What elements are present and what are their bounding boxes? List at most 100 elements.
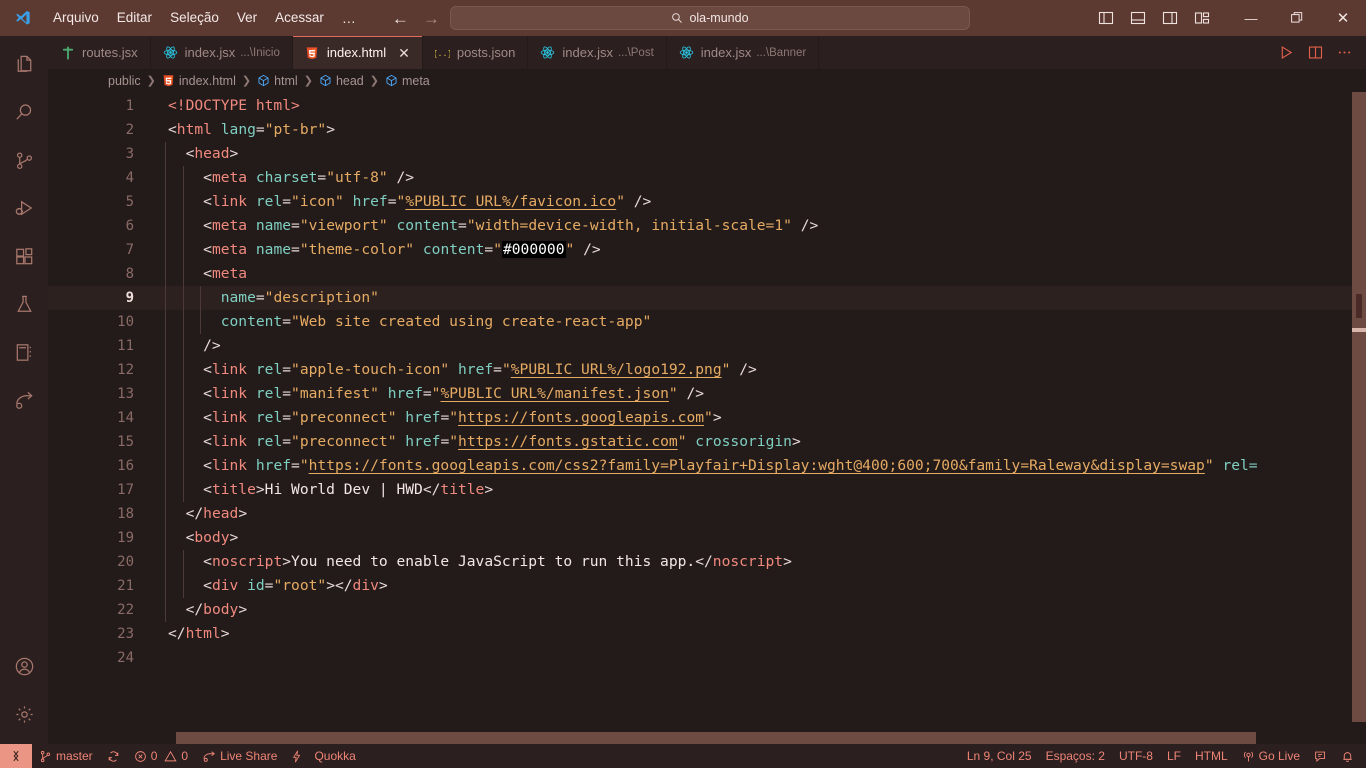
code-line[interactable]: 2 <html lang="pt-br"> (48, 118, 1366, 142)
horizontal-scrollbar-thumb[interactable] (176, 732, 1256, 744)
status-language-mode[interactable]: HTML (1188, 744, 1235, 768)
window-close-button[interactable]: ✕ (1320, 0, 1366, 36)
source-control-icon[interactable] (0, 136, 48, 184)
editor-horizontal-scrollbar[interactable] (48, 732, 1366, 744)
code-line[interactable]: 3 <head> (48, 142, 1366, 166)
testing-flask-icon[interactable] (0, 280, 48, 328)
code-line[interactable]: 11 /> (48, 334, 1366, 358)
code-line[interactable]: 6 <meta name="viewport" content="width=d… (48, 214, 1366, 238)
status-indentation[interactable]: Espaços: 2 (1039, 744, 1112, 768)
tab-posts-json[interactable]: {..} posts.json (422, 36, 529, 69)
menu-item-acessar[interactable]: Acessar (266, 6, 333, 30)
menu-item-more[interactable]: … (333, 6, 366, 30)
code-token: name (220, 289, 256, 306)
menu-item-selecao[interactable]: Seleção (161, 6, 228, 30)
code-token: < (168, 361, 212, 378)
indent-guide (165, 574, 166, 598)
code-editor[interactable]: 1 <!DOCTYPE html> 2 <html lang="pt-br"> 3 <h… (48, 92, 1366, 744)
command-center-search[interactable]: ola-mundo (450, 6, 970, 30)
code-line[interactable]: 12 <link rel="apple-touch-icon" href="%P… (48, 358, 1366, 382)
close-icon[interactable]: ✕ (398, 46, 410, 60)
breadcrumb-item-head[interactable]: head (319, 74, 364, 88)
status-eol[interactable]: LF (1160, 744, 1188, 768)
search-icon[interactable] (0, 88, 48, 136)
status-branch[interactable]: master (32, 744, 100, 768)
code-line[interactable]: 22 </body> (48, 598, 1366, 622)
code-line[interactable]: 19 <body> (48, 526, 1366, 550)
toggle-secondary-sidebar-icon[interactable] (1162, 10, 1178, 26)
breadcrumb-item-index-html[interactable]: index.html (162, 74, 236, 88)
search-input-value[interactable]: ola-mundo (689, 11, 748, 25)
menu-item-editar[interactable]: Editar (108, 6, 161, 30)
window-maximize-button[interactable] (1274, 0, 1320, 36)
code-line[interactable]: 5 <link rel="icon" href="%PUBLIC_URL%/fa… (48, 190, 1366, 214)
breadcrumb-item-html[interactable]: html (257, 74, 298, 88)
status-encoding[interactable]: UTF-8 (1112, 744, 1160, 768)
run-code-icon[interactable] (1279, 45, 1294, 60)
status-cursor-position[interactable]: Ln 9, Col 25 (960, 744, 1039, 768)
notebook-icon[interactable] (0, 328, 48, 376)
explorer-icon[interactable] (0, 40, 48, 88)
arrow-right-icon[interactable]: → (423, 10, 440, 27)
more-actions-icon[interactable] (1337, 45, 1352, 60)
tab-index-html[interactable]: index.html ✕ (292, 36, 423, 69)
status-problems[interactable]: 0 0 (127, 744, 195, 768)
breadcrumb-item-public[interactable]: public (108, 74, 141, 88)
account-icon[interactable] (0, 642, 48, 690)
code-line[interactable]: 16 <link href="https://fonts.googleapis.… (48, 454, 1366, 478)
status-live-share[interactable]: Live Share (195, 744, 284, 768)
run-and-debug-icon[interactable] (0, 184, 48, 232)
code-line[interactable]: 24 (48, 646, 1366, 670)
remote-window-icon[interactable] (0, 744, 32, 768)
code-line[interactable]: 17 <title>Hi World Dev | HWD</title> (48, 478, 1366, 502)
tab-label: index.jsx (184, 45, 236, 60)
toggle-panel-icon[interactable] (1130, 10, 1146, 26)
status-feedback[interactable] (1307, 744, 1334, 768)
vertical-scrollbar-thumb[interactable] (1352, 92, 1366, 722)
status-quokka[interactable]: Quokka (284, 744, 362, 768)
indent-guide (182, 334, 184, 358)
menu-item-ver[interactable]: Ver (228, 6, 266, 30)
code-token: < (168, 217, 212, 234)
breadcrumb-item-meta[interactable]: meta (385, 74, 430, 88)
status-sync[interactable] (100, 744, 127, 768)
status-notifications[interactable] (1334, 744, 1366, 768)
tab-routes-jsx[interactable]: routes.jsx (48, 36, 151, 69)
tab-index-jsx-banner[interactable]: index.jsx ...\Banner (666, 36, 820, 69)
breadcrumb-label: index.html (178, 73, 236, 88)
arrow-left-icon[interactable]: ← (392, 10, 409, 27)
code-token: > (282, 553, 292, 570)
tab-index-jsx-post[interactable]: index.jsx ...\Post (528, 36, 667, 69)
extensions-icon[interactable] (0, 232, 48, 280)
code-token: "preconnect" (291, 409, 397, 426)
tab-label: index.jsx (562, 45, 613, 60)
code-line[interactable]: 18 </head> (48, 502, 1366, 526)
code-line[interactable]: 4 <meta charset="utf-8" /> (48, 166, 1366, 190)
window-minimize-button[interactable]: — (1228, 0, 1274, 36)
code-line[interactable]: 21 <div id="root"></div> (48, 574, 1366, 598)
tab-index-jsx-inicio[interactable]: index.jsx ...\Inicio (150, 36, 293, 69)
code-line[interactable]: 10 content="Web site created using creat… (48, 310, 1366, 334)
settings-gear-icon[interactable] (0, 690, 48, 738)
menu-item-arquivo[interactable]: Arquivo (44, 6, 108, 30)
code-line[interactable]: 14 <link rel="preconnect" href="https://… (48, 406, 1366, 430)
indent-guide (165, 262, 166, 286)
code-line[interactable]: 20 <noscript>You need to enable JavaScri… (48, 550, 1366, 574)
editor-vertical-scrollbar[interactable] (1352, 92, 1366, 744)
toggle-primary-sidebar-icon[interactable] (1098, 10, 1114, 26)
status-go-live[interactable]: Go Live (1235, 744, 1307, 768)
code-line[interactable]: 9 name="description" (48, 286, 1366, 310)
code-line[interactable]: 15 <link rel="preconnect" href="https://… (48, 430, 1366, 454)
customize-layout-icon[interactable] (1194, 10, 1210, 26)
code-token: rel (255, 409, 283, 426)
split-editor-right-icon[interactable] (1308, 45, 1323, 60)
code-line[interactable]: 7 <meta name="theme-color" content="#000… (48, 238, 1366, 262)
breadcrumb-label: public (108, 73, 141, 88)
code-line[interactable]: 13 <link rel="manifest" href="%PUBLIC_UR… (48, 382, 1366, 406)
code-line[interactable]: 1 <!DOCTYPE html> (48, 94, 1366, 118)
code-content[interactable]: 1 <!DOCTYPE html> 2 <html lang="pt-br"> 3 <h… (48, 92, 1366, 670)
live-share-icon[interactable] (0, 376, 48, 424)
code-line[interactable]: 23 </html> (48, 622, 1366, 646)
code-line[interactable]: 8 <meta (48, 262, 1366, 286)
